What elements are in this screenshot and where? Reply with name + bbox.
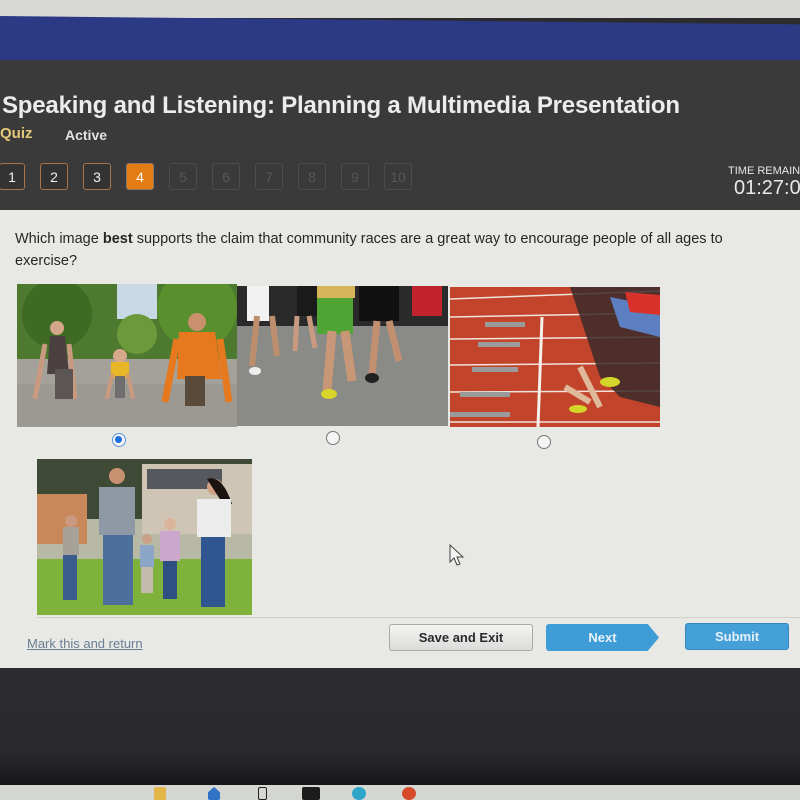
browser-top-strip xyxy=(0,0,800,18)
question-nav-4-current[interactable]: 4 xyxy=(126,163,154,190)
taskbar xyxy=(0,785,800,800)
phone-icon[interactable] xyxy=(258,787,267,800)
question-nav-5: 5 xyxy=(169,163,197,190)
activity-type-label: Quiz xyxy=(0,125,33,142)
activity-status-label: Active xyxy=(65,127,108,143)
question-text: Which image best supports the claim that… xyxy=(15,228,785,272)
file-explorer-icon[interactable] xyxy=(154,787,166,800)
submit-button[interactable]: Submit xyxy=(685,623,789,650)
question-emphasis: best xyxy=(102,231,133,247)
mark-and-return-link[interactable]: Mark this and return xyxy=(27,636,143,651)
question-nav-3[interactable]: 3 xyxy=(83,163,111,190)
choice-c-image[interactable] xyxy=(450,287,660,427)
choice-a-image[interactable] xyxy=(17,284,237,427)
question-nav-9: 9 xyxy=(341,163,369,190)
question-nav-7: 7 xyxy=(255,163,283,190)
choice-b-image[interactable] xyxy=(237,286,448,426)
question-nav-6: 6 xyxy=(212,163,240,190)
choice-d-image[interactable] xyxy=(37,459,252,615)
choice-d-photo xyxy=(37,459,252,615)
choice-a-radio[interactable] xyxy=(112,433,126,447)
edge-browser-icon[interactable] xyxy=(352,787,366,800)
question-nav-2[interactable]: 2 xyxy=(40,163,68,190)
mouse-cursor-icon xyxy=(449,544,465,566)
question-navigator: 1 2 3 4 5 6 7 8 9 10 xyxy=(0,163,412,190)
question-prefix: Which image xyxy=(15,231,103,247)
terminal-icon[interactable] xyxy=(302,787,320,800)
choice-b-photo xyxy=(237,286,448,426)
page-title: Speaking and Listening: Planning a Multi… xyxy=(2,92,680,119)
choice-b-radio[interactable] xyxy=(326,431,340,445)
footer-divider xyxy=(37,617,800,618)
question-nav-8: 8 xyxy=(298,163,326,190)
timer-label: TIME REMAIN xyxy=(728,165,800,177)
save-and-exit-button[interactable]: Save and Exit xyxy=(389,624,533,651)
question-nav-10: 10 xyxy=(384,163,412,190)
store-icon[interactable] xyxy=(208,787,220,800)
monitor-bezel xyxy=(0,668,800,788)
chrome-browser-icon[interactable] xyxy=(402,787,416,800)
timer-value: 01:27:0 xyxy=(734,177,800,199)
choice-c-photo xyxy=(450,287,660,427)
choice-a-photo xyxy=(17,284,237,427)
choice-c-radio[interactable] xyxy=(537,435,551,449)
question-nav-1[interactable]: 1 xyxy=(0,163,25,190)
next-button[interactable]: Next xyxy=(546,624,659,651)
